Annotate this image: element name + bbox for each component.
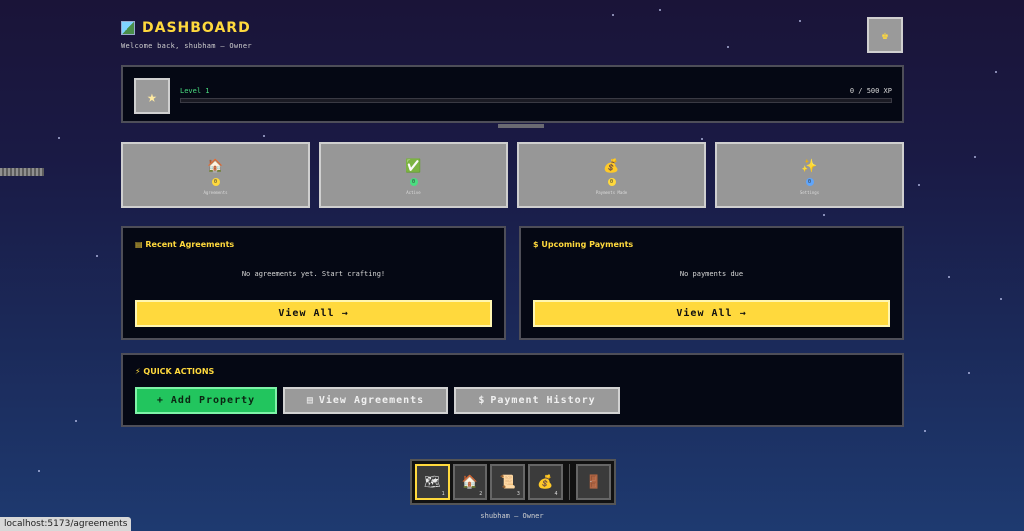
house-icon: 🏠: [461, 474, 479, 490]
hotbar-slot-payments[interactable]: 💰 4: [527, 464, 563, 500]
view-all-payments-button[interactable]: View All →: [533, 300, 890, 327]
money-bag-icon: $: [533, 240, 539, 249]
footer-user-label: shubham — Owner: [480, 512, 544, 520]
page-title: DASHBOARD: [142, 20, 251, 36]
money-bag-icon: $: [478, 395, 486, 406]
map-picture-icon: 🗺: [424, 474, 441, 490]
recent-agreements-card: ▤ Recent Agreements No agreements yet. S…: [121, 226, 506, 340]
level-panel: ★ Level 1 0 / 500 XP: [121, 65, 904, 123]
stat-value: 0: [409, 178, 418, 186]
hotbar-slot-logout[interactable]: 🚪: [576, 464, 612, 500]
crown-icon: ♚: [881, 28, 889, 42]
level-label: Level 1: [180, 87, 210, 95]
pixel-cloud: [0, 168, 44, 176]
stat-label: Agreements: [203, 190, 228, 195]
xp-progress-bar: [180, 98, 892, 103]
hotbar-nav: 🗺 1 🏠 2 📜 3 💰 4 🚪: [410, 459, 616, 505]
house-icon: 🏠: [207, 159, 224, 174]
hotbar-divider: [568, 464, 571, 500]
hotbar-slot-agreements[interactable]: 📜 3: [490, 464, 525, 500]
checkmark-icon: ✅: [405, 159, 422, 174]
sparkle-icon: ✨: [801, 159, 818, 174]
recent-agreements-title: Recent Agreements: [145, 240, 235, 249]
money-bag-icon: 💰: [537, 474, 554, 490]
stat-label: Active: [406, 190, 421, 195]
upcoming-payments-card: $ Upcoming Payments No payments due View…: [519, 226, 904, 340]
add-property-button[interactable]: + Add Property: [135, 387, 277, 414]
xp-counter: 0 / 500 XP: [849, 87, 892, 95]
stat-card-payments[interactable]: 💰 0 Payments Made: [517, 142, 706, 208]
scroll-icon: 📜: [499, 474, 516, 490]
stat-card-settings[interactable]: ✨ 0 Settings: [715, 142, 904, 208]
scroll-icon: ▤: [306, 395, 314, 406]
scroll-icon: ▤: [135, 240, 143, 249]
stat-value: 0: [805, 178, 814, 186]
stat-value: 0: [211, 178, 220, 186]
view-agreements-button[interactable]: ▤ View Agreements: [283, 387, 448, 414]
page-header: DASHBOARD Welcome back, shubham — Owner: [121, 20, 252, 50]
view-all-agreements-button[interactable]: View All →: [135, 300, 492, 327]
payment-history-button[interactable]: $ Payment History: [454, 387, 620, 414]
stat-value: 0: [607, 178, 616, 186]
upcoming-payments-empty: No payments due: [679, 270, 744, 278]
hotbar-slot-dashboard[interactable]: 🗺 1: [415, 464, 450, 500]
money-bag-icon: 💰: [603, 159, 620, 174]
user-menu-button[interactable]: ♚: [867, 17, 903, 53]
upcoming-payments-title: Upcoming Payments: [541, 240, 634, 249]
quick-actions-panel: ⚡ QUICK ACTIONS + Add Property ▤ View Ag…: [121, 353, 904, 427]
stat-label: Settings: [799, 190, 820, 195]
quick-actions-title: ⚡ QUICK ACTIONS: [135, 367, 215, 376]
map-picture-icon: [121, 21, 135, 35]
stat-card-agreements[interactable]: 🏠 0 Agreements: [121, 142, 310, 208]
recent-agreements-empty: No agreements yet. Start crafting!: [241, 270, 386, 278]
hotbar-slot-properties[interactable]: 🏠 2: [452, 464, 488, 500]
door-icon: 🚪: [585, 474, 602, 490]
stat-card-active[interactable]: ✅ 0 Active: [319, 142, 508, 208]
stat-label: Payments Made: [595, 190, 628, 195]
star-icon: ★: [134, 78, 170, 114]
status-bar-url: localhost:5173/agreements: [0, 517, 132, 531]
scroll-handle[interactable]: [498, 124, 544, 128]
welcome-subtitle: Welcome back, shubham — Owner: [121, 42, 252, 50]
